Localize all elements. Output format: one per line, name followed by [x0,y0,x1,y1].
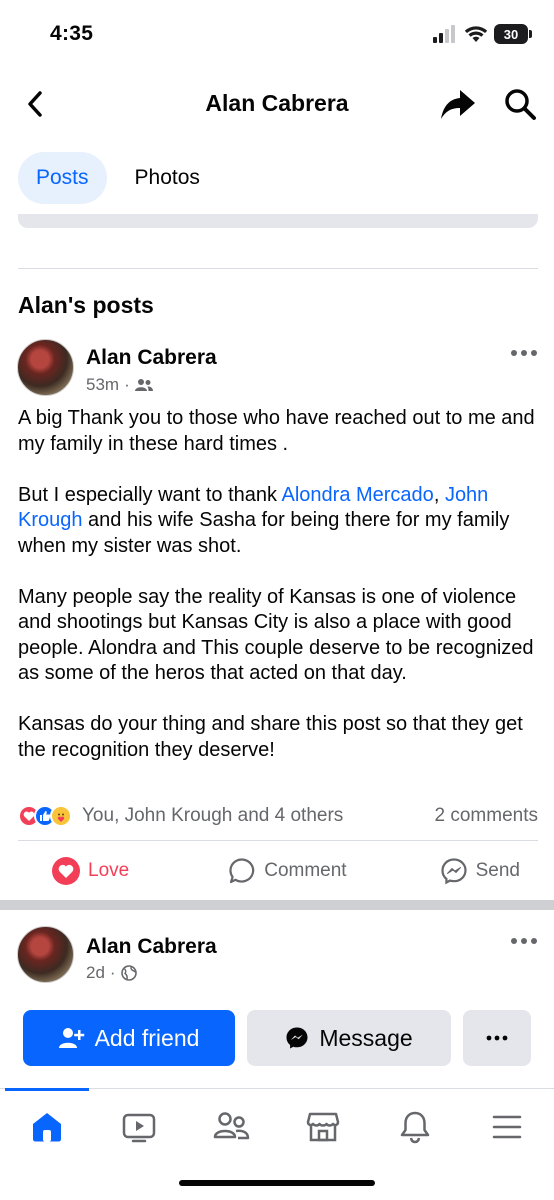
friends-icon [134,379,153,391]
status-bar: 4:35 30 [0,0,554,70]
messenger-icon [286,1027,308,1049]
search-icon[interactable] [500,84,540,124]
meta-dot: · [109,963,116,982]
reaction-icons [18,805,72,827]
post-time[interactable]: 53m [86,375,119,395]
composer-strip [18,214,538,228]
post-text: , [433,483,445,506]
post-paragraph: But I especially want to thank Alondra M… [18,483,538,560]
post-text: But I especially want to thank [18,483,282,506]
love-label: Love [88,860,130,881]
post-time[interactable]: 2d [86,963,105,983]
care-reaction-icon [50,805,72,827]
mention-link[interactable]: Alondra Mercado [282,484,434,506]
post-paragraph: A big Thank you to those who have reache… [18,407,535,455]
avatar[interactable] [17,339,74,396]
home-icon[interactable] [27,1107,67,1147]
battery-indicator: 30 [494,24,532,44]
profile-tabs: Posts Photos [18,152,218,204]
love-icon [52,857,80,885]
marketplace-icon[interactable] [303,1107,343,1147]
comment-button[interactable]: Comment [228,857,347,885]
more-options-icon[interactable] [509,345,539,361]
post-body: A big Thank you to those who have reache… [18,406,538,763]
status-icons: 30 [432,24,532,44]
post-author[interactable]: Alan Cabrera [86,935,217,959]
post-author[interactable]: Alan Cabrera [86,346,217,370]
signal-icon [433,25,455,43]
comment-label: Comment [264,860,347,881]
tab-photos[interactable]: Photos [117,152,218,204]
status-time: 4:35 [50,22,94,45]
bell-icon[interactable] [395,1107,435,1147]
avatar[interactable] [17,926,74,983]
post-meta: 53m · [86,375,153,395]
active-tab-indicator [5,1088,89,1091]
share-arrow-icon[interactable] [438,84,478,124]
bottom-nav [0,1088,554,1168]
home-indicator [179,1180,375,1186]
love-button[interactable]: Love [52,857,129,885]
friends-icon[interactable] [211,1107,251,1147]
meta-dot: · [124,375,130,394]
send-button[interactable]: Send [440,857,520,885]
post-separator [0,900,554,910]
menu-icon[interactable] [487,1107,527,1147]
more-icon [486,1035,508,1041]
reactions-text[interactable]: You, John Krough and 4 others [82,805,343,827]
video-icon[interactable] [119,1107,159,1147]
post-paragraph: Kansas do your thing and share this post… [18,713,523,761]
add-friend-label: Add friend [94,1024,200,1051]
comments-count[interactable]: 2 comments [435,805,538,827]
globe-icon [120,965,137,981]
message-label: Message [319,1024,413,1051]
reactions-summary[interactable]: You, John Krough and 4 others 2 comments [18,802,538,830]
profile-actions: Add friend Message [23,1010,531,1066]
message-button[interactable]: Message [247,1010,451,1066]
post-meta: 2d · [86,963,137,983]
comment-icon [229,858,255,884]
post-actions: Love Comment Send [18,850,538,892]
nav-bar: Alan Cabrera [0,78,554,132]
tab-posts[interactable]: Posts [18,152,107,204]
post-paragraph: Many people say the reality of Kansas is… [18,585,534,685]
section-divider [18,268,538,269]
more-button[interactable] [463,1010,531,1066]
section-title: Alan's posts [18,292,154,318]
add-friend-icon [58,1028,84,1048]
actions-divider [18,840,538,841]
add-friend-button[interactable]: Add friend [23,1010,235,1066]
wifi-icon [464,26,488,42]
post-text: and his wife Sasha for being there for m… [18,509,510,557]
messenger-icon [441,858,467,885]
send-label: Send [475,860,520,881]
more-options-icon[interactable] [509,933,539,949]
